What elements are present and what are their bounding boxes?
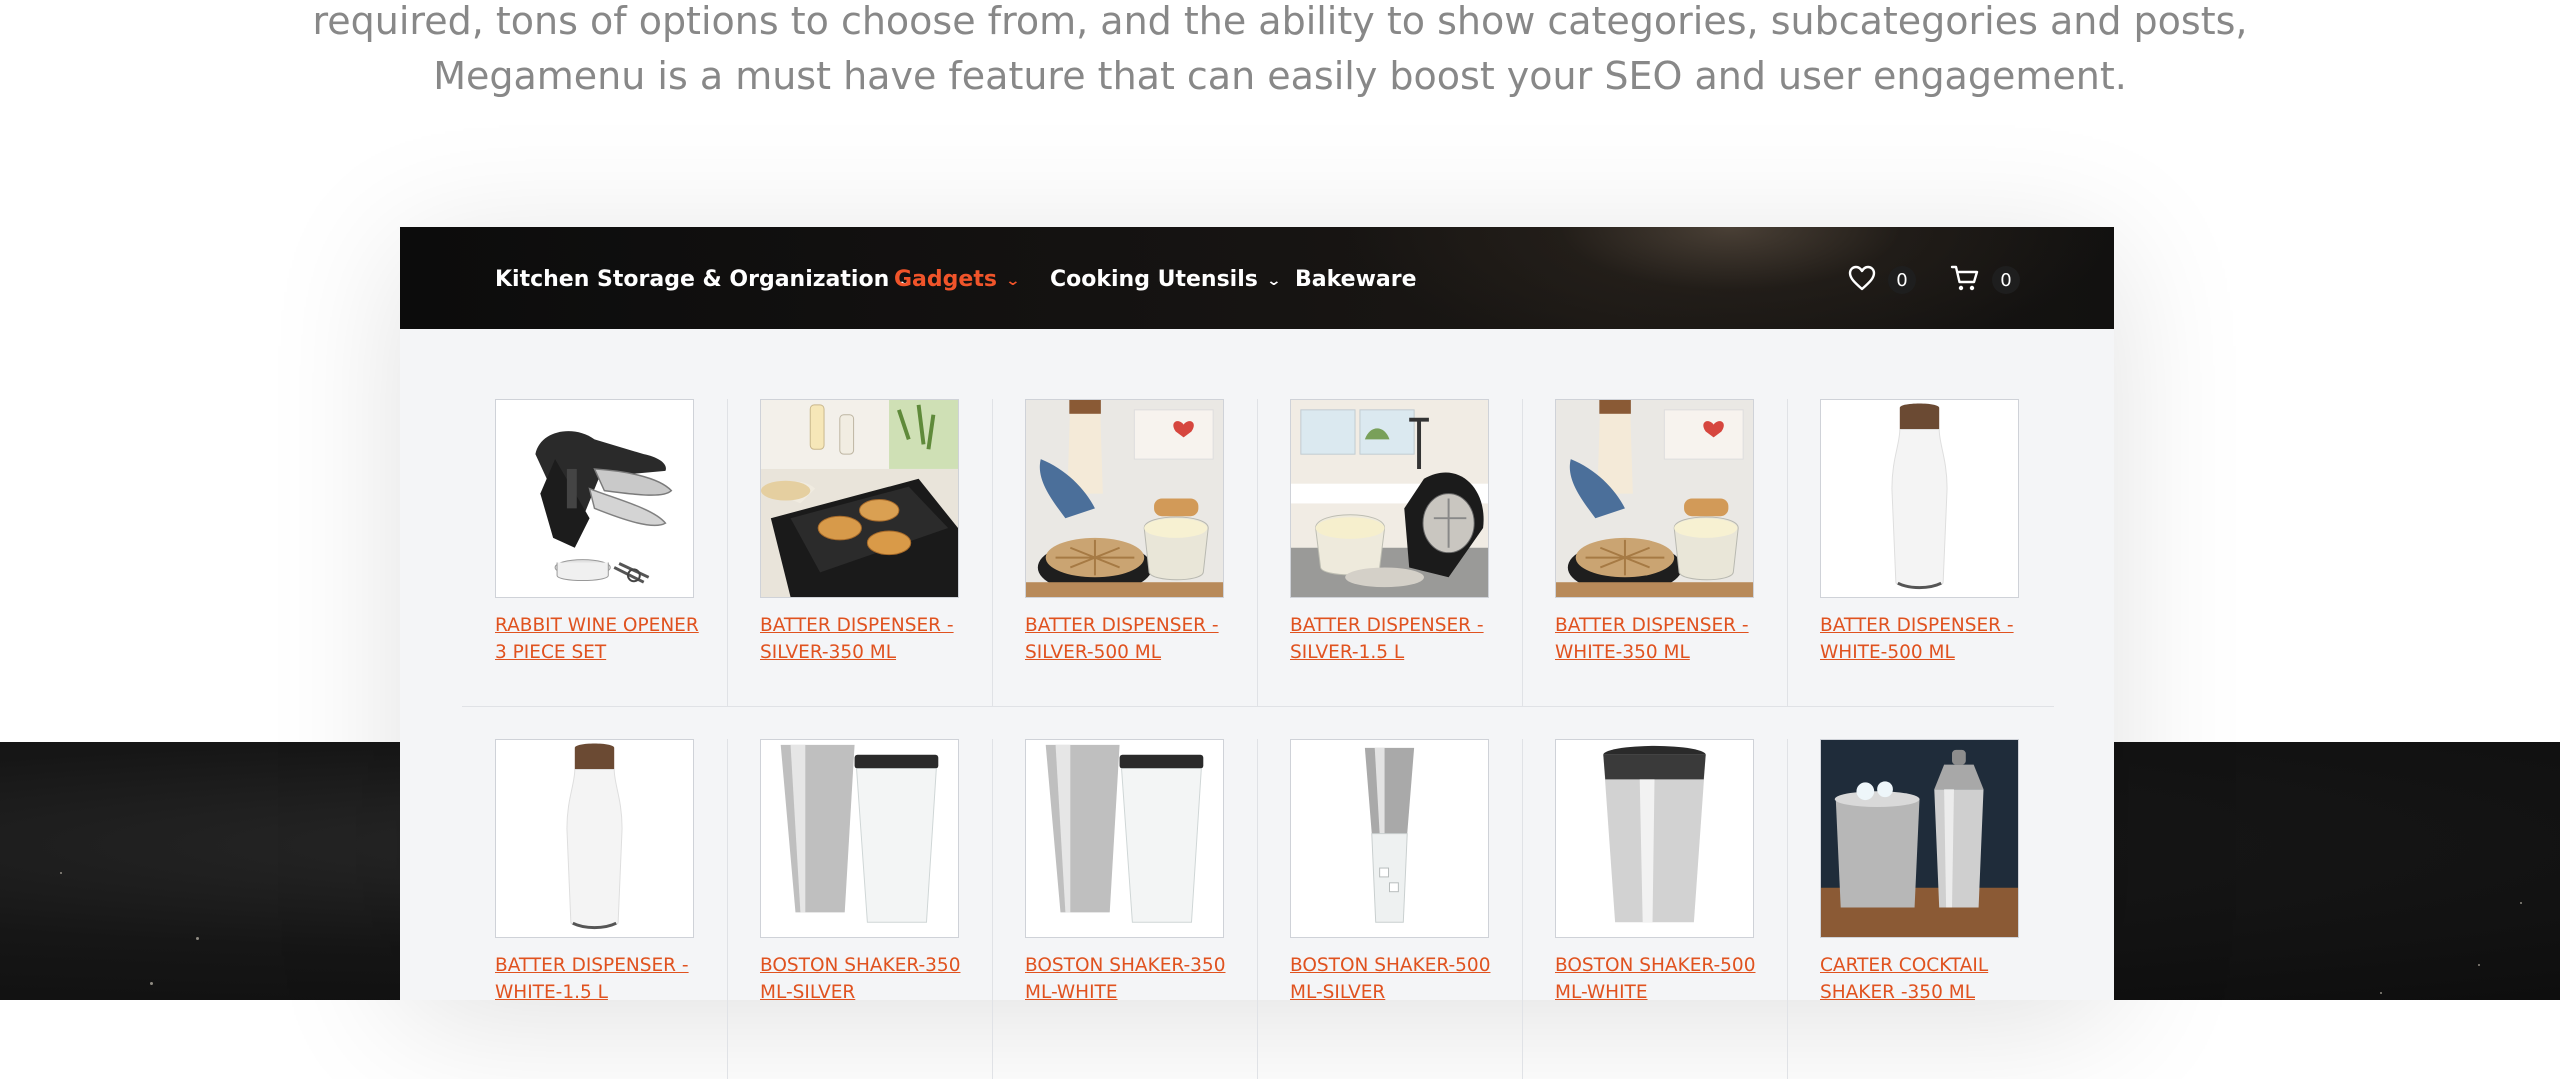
product-row: BATTER DISPENSER -WHITE-1.5 L BOSTON SHA… xyxy=(462,739,2054,1079)
product-link[interactable]: BOSTON SHAKER-350 ML-SILVER xyxy=(760,952,975,1006)
product-item: BATTER DISPENSER -WHITE-350 ML xyxy=(1522,399,1788,706)
nav-item-label: Kitchen Storage & Organization xyxy=(495,266,890,292)
navbar: Kitchen Storage & Organization ⌄ Gadgets… xyxy=(400,227,2114,329)
chevron-down-icon: ⌄ xyxy=(1266,273,1282,289)
product-image-pancake-griddle[interactable] xyxy=(760,399,959,598)
product-link[interactable]: BATTER DISPENSER -WHITE-1.5 L xyxy=(495,952,710,1006)
nav-item-label: Cooking Utensils xyxy=(1050,266,1258,292)
product-item: BATTER DISPENSER -WHITE-500 ML xyxy=(1787,399,2052,706)
product-row: RABBIT WINE OPENER 3 PIECE SET BATTER DI… xyxy=(462,399,2054,707)
product-image-waffle-maker-kitchen[interactable] xyxy=(1290,399,1489,598)
product-item: BOSTON SHAKER-350 ML-WHITE xyxy=(992,739,1258,1079)
intro-line-1: required, tons of options to choose from… xyxy=(312,0,2248,43)
product-link[interactable]: RABBIT WINE OPENER 3 PIECE SET xyxy=(495,612,710,666)
cart-count: 0 xyxy=(1992,266,2020,294)
cart-button[interactable]: 0 xyxy=(1950,265,2020,295)
heart-icon xyxy=(1848,265,1876,296)
intro-line-2: Megamenu is a must have feature that can… xyxy=(433,54,2127,98)
product-link[interactable]: BATTER DISPENSER -SILVER-1.5 L xyxy=(1290,612,1505,666)
product-image-white-bottle[interactable] xyxy=(1820,399,2019,598)
intro-text: required, tons of options to choose from… xyxy=(0,0,2560,104)
product-image-batter-waffle[interactable] xyxy=(1555,399,1754,598)
product-link[interactable]: BATTER DISPENSER -SILVER-500 ML xyxy=(1025,612,1240,666)
product-link[interactable]: BOSTON SHAKER-500 ML-WHITE xyxy=(1555,952,1770,1006)
chevron-down-icon: ⌄ xyxy=(1005,273,1021,289)
product-image-wine-opener[interactable] xyxy=(495,399,694,598)
product-link[interactable]: BATTER DISPENSER -WHITE-500 ML xyxy=(1820,612,2035,666)
product-image-boston-shaker[interactable] xyxy=(1025,739,1224,938)
product-image-cocktail-set[interactable] xyxy=(1820,739,2019,938)
product-image-white-bottle[interactable] xyxy=(495,739,694,938)
product-link[interactable]: CARTER COCKTAIL SHAKER -350 ML xyxy=(1820,952,2035,1006)
product-link[interactable]: BOSTON SHAKER-500 ML-SILVER xyxy=(1290,952,1505,1006)
product-image-steel-tumbler[interactable] xyxy=(1555,739,1754,938)
product-item: BATTER DISPENSER -WHITE-1.5 L xyxy=(462,739,728,1079)
cart-icon xyxy=(1950,264,1980,297)
nav-item-gadgets[interactable]: Gadgets ⌄ xyxy=(894,265,1021,293)
product-item: BOSTON SHAKER-350 ML-SILVER xyxy=(727,739,993,1079)
megamenu-demo: Kitchen Storage & Organization ⌄ Gadgets… xyxy=(400,227,2114,1079)
nav-item-cooking-utensils[interactable]: Cooking Utensils ⌄ xyxy=(1050,265,1282,293)
product-item: BATTER DISPENSER -SILVER-350 ML xyxy=(727,399,993,706)
product-link[interactable]: BOSTON SHAKER-350 ML-WHITE xyxy=(1025,952,1240,1006)
product-item: BATTER DISPENSER -SILVER-1.5 L xyxy=(1257,399,1523,706)
product-item: CARTER COCKTAIL SHAKER -350 ML xyxy=(1787,739,2052,1079)
product-image-boston-shaker[interactable] xyxy=(760,739,959,938)
wishlist-button[interactable]: 0 xyxy=(1848,265,1916,295)
product-image-batter-waffle[interactable] xyxy=(1025,399,1224,598)
product-item: BATTER DISPENSER -SILVER-500 ML xyxy=(992,399,1258,706)
product-item: BOSTON SHAKER-500 ML-WHITE xyxy=(1522,739,1788,1079)
product-item: RABBIT WINE OPENER 3 PIECE SET xyxy=(462,399,728,706)
nav-item-label: Gadgets xyxy=(894,266,997,292)
product-link[interactable]: BATTER DISPENSER -SILVER-350 ML xyxy=(760,612,975,666)
nav-item-kitchen-storage[interactable]: Kitchen Storage & Organization ⌄ xyxy=(495,265,913,293)
wishlist-count: 0 xyxy=(1888,266,1916,294)
nav-item-bakeware[interactable]: Bakeware xyxy=(1295,265,1417,293)
nav-item-label: Bakeware xyxy=(1295,266,1417,292)
product-item: BOSTON SHAKER-500 ML-SILVER xyxy=(1257,739,1523,1079)
product-image-shaker-nested[interactable] xyxy=(1290,739,1489,938)
product-link[interactable]: BATTER DISPENSER -WHITE-350 ML xyxy=(1555,612,1770,666)
